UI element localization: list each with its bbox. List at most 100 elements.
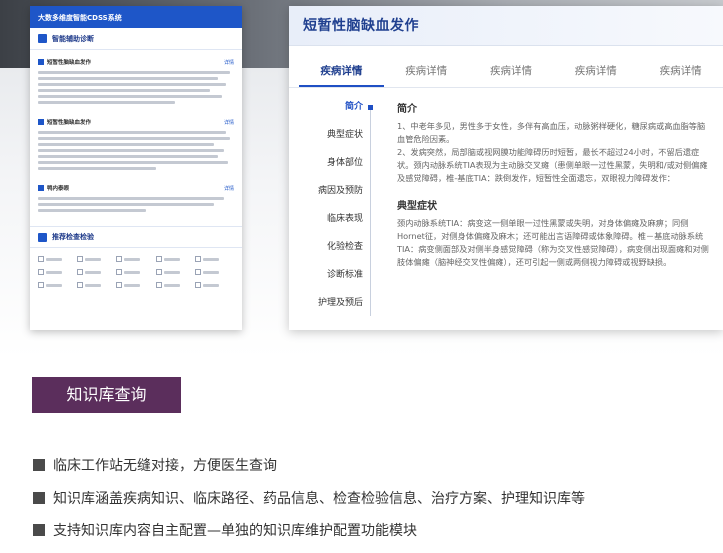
checkbox-icon [38, 256, 44, 262]
disease-title: 短暂性脑缺血发作 [303, 18, 419, 34]
section-square-icon [38, 34, 47, 43]
exam-checkbox[interactable] [116, 282, 155, 288]
checkbox-icon [116, 256, 123, 262]
symptoms-paragraph: 颈内动脉系统TIA：病变这一侧单眼一过性黑蒙或失明，对身体偏瘫及麻痹；同侧Hor… [397, 218, 709, 267]
kb-query-label: 知识库查询 [32, 377, 181, 413]
section-content: 简介 1、中老年多见，男性多于女性，多伴有高血压，动脉粥样硬化，糖尿病或高血脂等… [385, 100, 723, 324]
text-line [38, 89, 211, 92]
text-line [38, 167, 156, 170]
nav-item-body-part[interactable]: 身体部位 [289, 156, 385, 184]
text-line [38, 71, 231, 74]
card-dot-icon [38, 119, 44, 125]
checkbox-icon [38, 282, 44, 288]
tab-disease-detail[interactable]: 疾病详情 [469, 54, 554, 87]
nav-item-symptoms[interactable]: 典型症状 [289, 128, 385, 156]
text-line [38, 83, 227, 86]
cdss-side-panel: 大数多维度智能CDSS系统 智能辅助诊断 短暂性脑缺血发作 详情 短暂性脑缺血发… [30, 6, 242, 330]
diagnosis-card-title: 鸭内泰眼 [47, 186, 70, 192]
text-line [38, 77, 219, 80]
tab-disease-detail[interactable]: 疾病详情 [638, 54, 723, 87]
detail-link[interactable]: 详情 [224, 119, 234, 126]
checkbox-icon [77, 256, 84, 262]
disease-title-bar: 短暂性脑缺血发作 [289, 6, 723, 46]
text-line [38, 137, 231, 140]
exam-recommend-section: 推荐检查检验 [30, 226, 242, 248]
text-line [38, 197, 225, 200]
active-dot-icon [368, 105, 373, 110]
checkbox-icon [155, 256, 162, 262]
diagnosis-card[interactable]: 鸭内泰眼 详情 [38, 182, 234, 212]
nav-item-nursing[interactable]: 护理及预后 [289, 296, 385, 324]
bullet-square-icon [33, 459, 45, 471]
text-line [38, 95, 223, 98]
detail-link[interactable]: 详情 [224, 185, 234, 192]
feature-text: 支持知识库内容自主配置—单独的知识库维护配置功能模块 [53, 523, 417, 539]
exam-checkbox[interactable] [116, 269, 155, 275]
feature-bullet: 知识库涵盖疾病知识、临床路径、药品信息、检查检验信息、治疗方案、护理知识库等 [33, 488, 585, 508]
exam-checkbox[interactable] [155, 256, 195, 262]
feature-bullet: 临床工作站无缝对接，方便医生查询 [33, 455, 277, 475]
diagnosis-card[interactable]: 短暂性脑缺血发作 详情 [38, 116, 234, 170]
exam-checkbox[interactable] [194, 256, 234, 262]
checkbox-icon [155, 282, 162, 288]
assist-diagnosis-title: 智能辅助诊断 [52, 34, 94, 43]
checkbox-icon [38, 269, 44, 275]
nav-item-lab-tests[interactable]: 化验检查 [289, 240, 385, 268]
text-line [38, 143, 215, 146]
section-square-icon [38, 232, 47, 242]
nav-item-clinical[interactable]: 临床表现 [289, 212, 385, 240]
card-dot-icon [38, 185, 44, 191]
card-dot-icon [38, 59, 44, 65]
exam-checkbox[interactable] [116, 256, 155, 262]
checkbox-icon [116, 282, 123, 288]
text-line [38, 203, 215, 206]
exam-checkbox-grid [38, 256, 234, 288]
feature-text: 知识库涵盖疾病知识、临床路径、药品信息、检查检验信息、治疗方案、护理知识库等 [53, 491, 585, 507]
tab-disease-detail[interactable]: 疾病详情 [384, 54, 469, 87]
exam-checkbox[interactable] [194, 282, 234, 288]
text-line [38, 209, 146, 212]
checkbox-icon [155, 269, 162, 275]
nav-item-diagnosis[interactable]: 诊断标准 [289, 268, 385, 296]
intro-paragraph: 2、发病突然，局部脑或视网膜功能障碍历时短暂，最长不超过24小时，不留后遗症状。… [397, 147, 708, 183]
exam-checkbox[interactable] [155, 282, 195, 288]
disease-tabs: 疾病详情 疾病详情 疾病详情 疾病详情 疾病详情 [289, 54, 723, 88]
assist-diagnosis-section: 智能辅助诊断 [30, 28, 242, 50]
exam-checkbox[interactable] [194, 269, 234, 275]
text-line [38, 149, 225, 152]
intro-heading: 简介 [397, 104, 417, 115]
checkbox-icon [194, 269, 201, 275]
exam-checkbox[interactable] [38, 282, 77, 288]
exam-checkbox[interactable] [38, 269, 77, 275]
tab-disease-detail[interactable]: 疾病详情 [553, 54, 638, 87]
nav-item-cause[interactable]: 病因及预防 [289, 184, 385, 212]
symptoms-heading: 典型症状 [397, 201, 437, 212]
bullet-square-icon [33, 492, 45, 504]
exam-checkbox[interactable] [77, 256, 116, 262]
disease-detail-panel: 短暂性脑缺血发作 疾病详情 疾病详情 疾病详情 疾病详情 疾病详情 简介 典型症… [289, 6, 723, 330]
checkbox-icon [194, 282, 201, 288]
text-line [38, 131, 227, 134]
diagnosis-card[interactable]: 短暂性脑缺血发作 详情 [38, 56, 234, 104]
text-line [38, 101, 176, 104]
text-line [38, 155, 219, 158]
checkbox-icon [77, 269, 84, 275]
cdss-header-title: 大数多维度智能CDSS系统 [30, 6, 242, 28]
checkbox-icon [77, 282, 84, 288]
exam-checkbox[interactable] [77, 282, 116, 288]
checkbox-icon [194, 256, 201, 262]
exam-checkbox[interactable] [155, 269, 195, 275]
feature-bullet: 支持知识库内容自主配置—单独的知识库维护配置功能模块 [33, 520, 417, 540]
exam-checkbox[interactable] [38, 256, 77, 262]
exam-checkbox[interactable] [77, 269, 116, 275]
exam-recommend-title: 推荐检查检验 [52, 233, 94, 241]
intro-paragraph: 1、中老年多见，男性多于女性，多伴有高血压，动脉粥样硬化，糖尿病或高血脂等脑血管… [397, 121, 706, 144]
detail-link[interactable]: 详情 [224, 59, 234, 66]
checkbox-icon [116, 269, 123, 275]
diagnosis-card-title: 短暂性脑缺血发作 [47, 120, 92, 126]
text-line [38, 161, 229, 164]
tab-disease-detail[interactable]: 疾病详情 [299, 54, 384, 87]
feature-text: 临床工作站无缝对接，方便医生查询 [53, 458, 277, 474]
bullet-square-icon [33, 524, 45, 536]
nav-item-intro[interactable]: 简介 [289, 100, 385, 128]
